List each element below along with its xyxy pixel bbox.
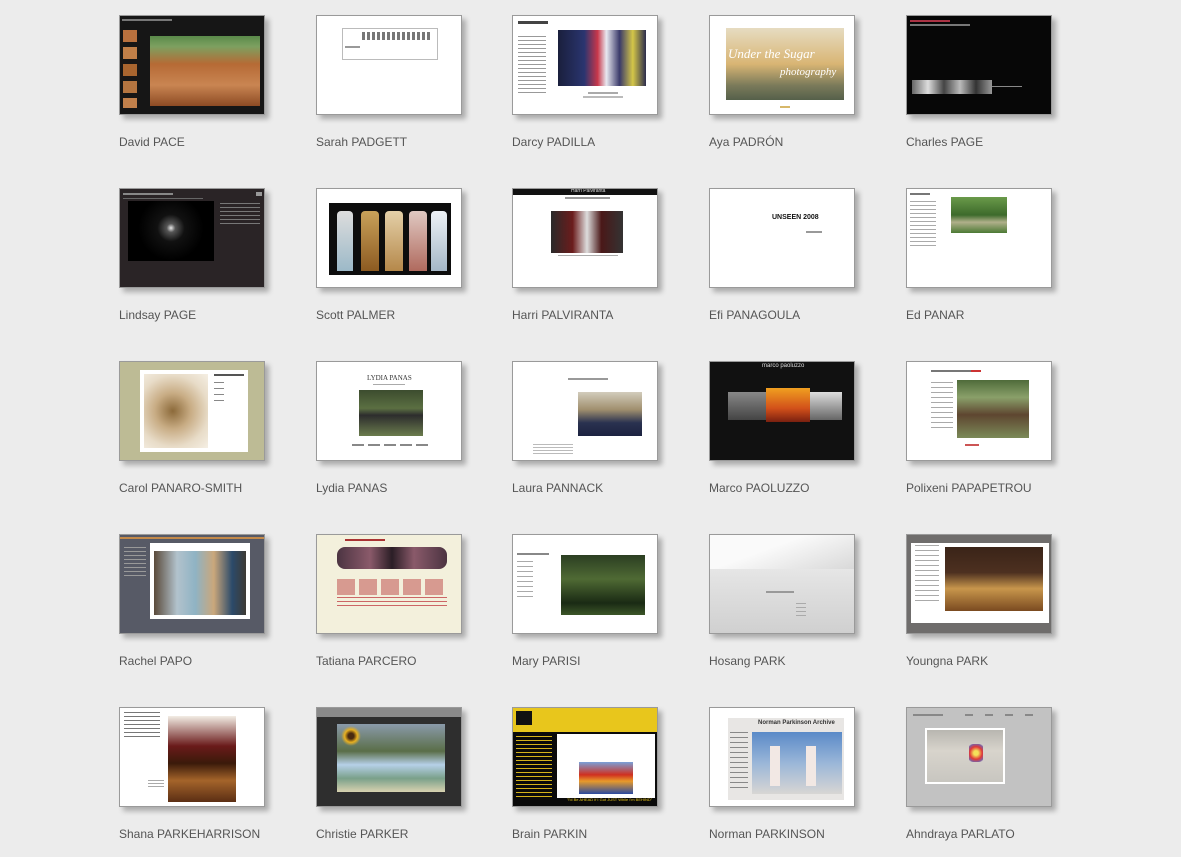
thumbnail-scott-palmer[interactable] (316, 188, 462, 288)
photographer-name[interactable]: Ahndraya PARLATO (906, 827, 1096, 841)
thumbnail-rachel-papo[interactable] (119, 534, 265, 634)
thumbnail-charles-page[interactable] (906, 15, 1052, 115)
photographer-name[interactable]: Christie PARKER (316, 827, 506, 841)
thumbnail-ahndraya-parlato[interactable] (906, 707, 1052, 807)
photographer-card: Tatiana PARCERO (316, 534, 476, 684)
photographer-card: Polixeni PAPAPETROU (906, 361, 1066, 511)
photographer-name[interactable]: Tatiana PARCERO (316, 654, 506, 668)
thumbnail-norman-parkinson[interactable]: Norman Parkinson Archive (709, 707, 855, 807)
thumbnail-laura-pannack[interactable] (512, 361, 658, 461)
photographer-card: David PACE (119, 15, 279, 165)
photographer-name[interactable]: Ed PANAR (906, 308, 1096, 322)
thumbnail-lindsay-page[interactable] (119, 188, 265, 288)
photographer-card: Darcy PADILLA (512, 15, 672, 165)
photographer-card: LYDIA PANAS Lydia PANAS (316, 361, 476, 511)
photographer-name[interactable]: Lindsay PAGE (119, 308, 309, 322)
photographer-card: Norman Parkinson Archive Norman PARKINSO… (709, 707, 869, 857)
photographer-name[interactable]: Lydia PANAS (316, 481, 506, 495)
photographer-name[interactable]: Youngna PARK (906, 654, 1096, 668)
photographer-card: Carol PANARO-SMITH (119, 361, 279, 511)
photographer-name[interactable]: Aya PADRÓN (709, 135, 899, 149)
photographer-name[interactable]: Harri PALVIRANTA (512, 308, 702, 322)
thumbnail-darcy-padilla[interactable] (512, 15, 658, 115)
photographer-card: marco paoluzzo Marco PAOLUZZO (709, 361, 869, 511)
photographer-name[interactable]: Marco PAOLUZZO (709, 481, 899, 495)
photographer-name[interactable]: Sarah PADGETT (316, 135, 506, 149)
photographer-name[interactable]: Scott PALMER (316, 308, 506, 322)
thumbnail-mary-parisi[interactable] (512, 534, 658, 634)
photographer-name[interactable]: Polixeni PAPAPETROU (906, 481, 1096, 495)
photographer-name[interactable]: Norman PARKINSON (709, 827, 899, 841)
thumbnail-christie-parker[interactable] (316, 707, 462, 807)
photographer-name[interactable]: Brain PARKIN (512, 827, 702, 841)
thumbnail-harri-palviranta[interactable]: Harri Palviranta (512, 188, 658, 288)
thumbnail-tatiana-parcero[interactable] (316, 534, 462, 634)
photographer-card: Ed PANAR (906, 188, 1066, 338)
photographer-card: Scott PALMER (316, 188, 476, 338)
photographer-name[interactable]: Laura PANNACK (512, 481, 702, 495)
photographer-card: "I'd Be AHEAD if I Got JUST While I'm BE… (512, 707, 672, 857)
thumbnail-marco-paoluzzo[interactable]: marco paoluzzo (709, 361, 855, 461)
photographer-card: Youngna PARK (906, 534, 1066, 684)
photographer-card: Sarah PADGETT (316, 15, 476, 165)
photographer-card: UNSEEN 2008 Efi PANAGOULA (709, 188, 869, 338)
thumbnail-polixeni-papapetrou[interactable] (906, 361, 1052, 461)
thumbnail-lydia-panas[interactable]: LYDIA PANAS (316, 361, 462, 461)
thumbnail-sarah-padgett[interactable] (316, 15, 462, 115)
photographer-name[interactable]: Efi PANAGOULA (709, 308, 899, 322)
photographer-card: Hosang PARK (709, 534, 869, 684)
photographer-card: Lindsay PAGE (119, 188, 279, 338)
photographer-name[interactable]: Carol PANARO-SMITH (119, 481, 309, 495)
photographer-card: Christie PARKER (316, 707, 476, 857)
photographer-card: Charles PAGE (906, 15, 1066, 165)
thumbnail-ed-panar[interactable] (906, 188, 1052, 288)
photographer-name[interactable]: Hosang PARK (709, 654, 899, 668)
thumbnail-shana-parkeharrison[interactable] (119, 707, 265, 807)
photographer-card: Laura PANNACK (512, 361, 672, 511)
photographer-name[interactable]: Charles PAGE (906, 135, 1096, 149)
photographer-card: Shana PARKEHARRISON (119, 707, 279, 857)
thumbnail-aya-padron[interactable]: Under the Sugar photography (709, 15, 855, 115)
photographer-name[interactable]: Shana PARKEHARRISON (119, 827, 309, 841)
photographer-card: Mary PARISI (512, 534, 672, 684)
thumbnail-efi-panagoula[interactable]: UNSEEN 2008 (709, 188, 855, 288)
photographer-name[interactable]: Darcy PADILLA (512, 135, 702, 149)
photographer-card: Under the Sugar photography Aya PADRÓN (709, 15, 869, 165)
thumbnail-hosang-park[interactable] (709, 534, 855, 634)
thumbnail-youngna-park[interactable] (906, 534, 1052, 634)
thumbnail-david-pace[interactable] (119, 15, 265, 115)
thumbnail-carol-panaro-smith[interactable] (119, 361, 265, 461)
photographer-card: Ahndraya PARLATO (906, 707, 1066, 857)
photographer-name[interactable]: David PACE (119, 135, 309, 149)
photographer-card: Rachel PAPO (119, 534, 279, 684)
photographer-name[interactable]: Rachel PAPO (119, 654, 309, 668)
thumbnail-brain-parkin[interactable]: "I'd Be AHEAD if I Got JUST While I'm BE… (512, 707, 658, 807)
photographer-name[interactable]: Mary PARISI (512, 654, 702, 668)
photographer-grid: David PACE Sarah PADGETT Darcy PADILLA U… (0, 0, 1181, 849)
photographer-card: Harri Palviranta Harri PALVIRANTA (512, 188, 672, 338)
